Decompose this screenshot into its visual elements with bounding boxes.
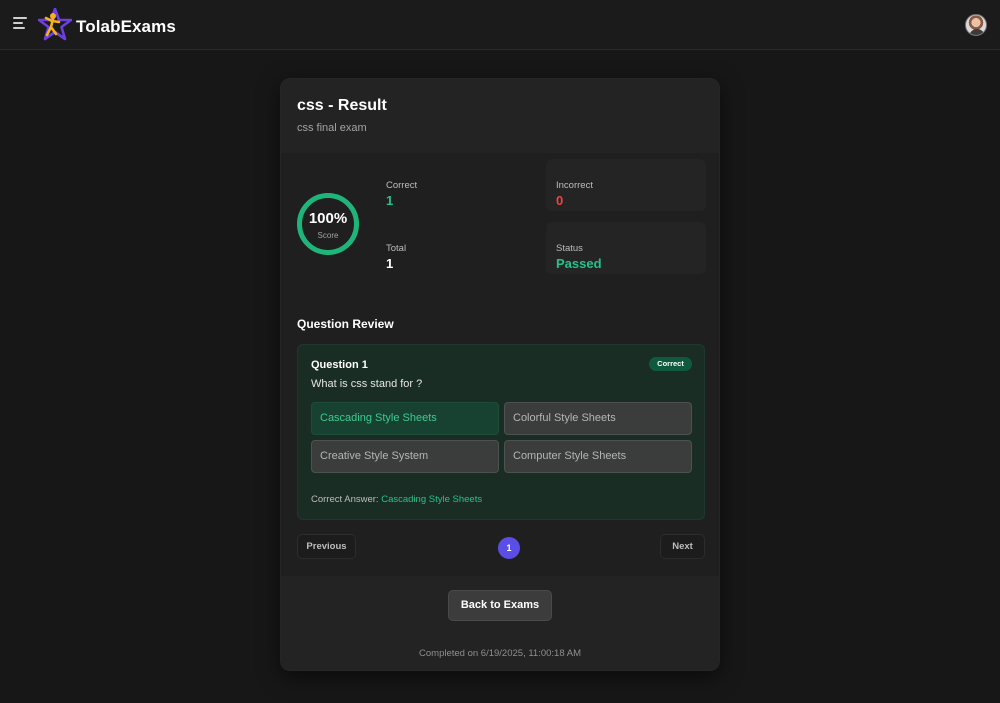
menu-icon[interactable] [13,17,29,31]
page-title: css - Result [297,97,387,114]
question-review-title: Question Review [297,317,394,331]
previous-button[interactable]: Previous [297,534,356,559]
stat-correct-value: 1 [386,193,394,208]
correct-answer-label: Correct Answer: [311,494,379,505]
option-3[interactable]: Creative Style System [311,440,499,473]
back-to-exams-button[interactable]: Back to Exams [448,590,552,621]
exam-subtitle: css final exam [297,122,367,134]
stat-total: Total 1 [386,222,546,274]
page-1-button[interactable]: 1 [498,537,520,559]
option-1[interactable]: Cascading Style Sheets [311,402,499,435]
completed-timestamp: Completed on 6/19/2025, 11:00:18 AM [419,648,581,659]
option-2[interactable]: Colorful Style Sheets [504,402,692,435]
result-header: css - Result css final exam [281,79,719,153]
stat-incorrect-label: Incorrect [556,180,593,191]
correct-answer-row: Correct Answer: Cascading Style Sheets [311,494,482,505]
score-label: Score [317,231,339,240]
option-4[interactable]: Computer Style Sheets [504,440,692,473]
stat-incorrect: Incorrect 0 [546,159,706,211]
next-button[interactable]: Next [660,534,705,559]
brand-name[interactable]: TolabExams [76,17,176,37]
correct-badge: Correct [649,357,692,371]
correct-answer-value: Cascading Style Sheets [381,494,483,505]
question-number: Question 1 [311,359,368,371]
score-percent: 100% [308,210,348,227]
stat-status-label: Status [556,243,583,254]
stat-incorrect-value: 0 [556,193,564,208]
user-avatar[interactable] [965,14,987,36]
question-text: What is css stand for ? [311,378,423,390]
stat-total-label: Total [386,243,407,254]
stat-status-value: Passed [556,256,602,271]
stat-correct-label: Correct [386,180,418,191]
question-card: Question 1 Correct What is css stand for… [297,344,705,520]
stat-status: Status Passed [546,222,706,274]
result-card: css - Result css final exam 100% Score C… [280,78,720,671]
star-person-logo-icon[interactable] [38,8,72,42]
top-navbar: TolabExams [0,0,1000,50]
stat-total-value: 1 [386,256,394,271]
result-footer: Back to Exams Completed on 6/19/2025, 11… [281,576,719,670]
stat-correct: Correct 1 [386,159,546,211]
